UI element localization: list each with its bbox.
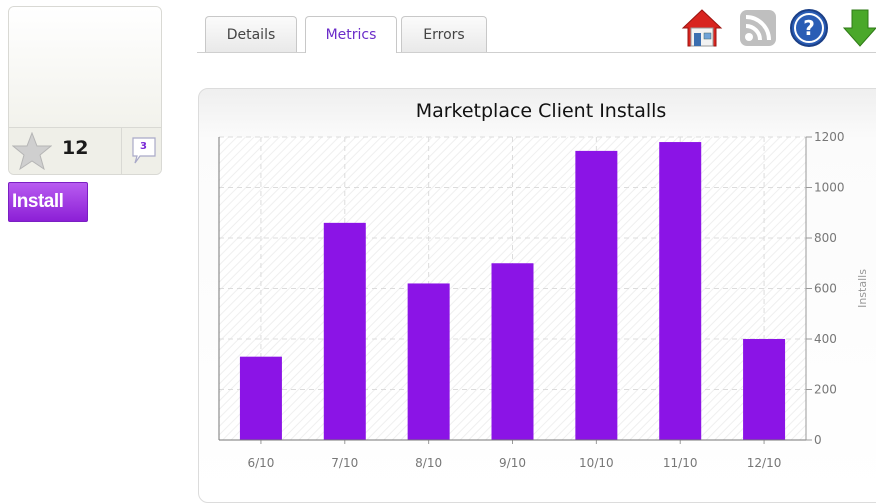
bar: [491, 263, 534, 440]
x-tick-label: 12/10: [747, 456, 782, 470]
y-tick-label: 800: [814, 231, 837, 245]
bar: [659, 142, 702, 441]
x-tick-label: 9/10: [499, 456, 526, 470]
y-tick-label: 0: [814, 433, 822, 447]
page: 12 3 Install Details Metrics Errors ? Ma…: [0, 0, 876, 504]
bar-chart: 6/10 7/10 8/10 9/10 10/10 11/10 12/10 0 200 400 60…: [218, 130, 869, 470]
bar: [407, 283, 450, 440]
bar: [575, 150, 618, 440]
y-tick-label: 1200: [814, 130, 845, 144]
y-tick-label: 400: [814, 332, 837, 346]
x-tick-label: 8/10: [415, 456, 442, 470]
x-tick-label: 10/10: [579, 456, 614, 470]
bar: [239, 356, 282, 440]
bar: [323, 222, 366, 440]
y-axis-title: Installs: [856, 269, 869, 308]
x-tick-label: 7/10: [331, 456, 358, 470]
x-tick-label: 6/10: [247, 456, 274, 470]
x-tick-label: 11/10: [663, 456, 698, 470]
y-tick-label: 1000: [814, 181, 845, 195]
bar: [743, 339, 786, 440]
y-tick-label: 600: [814, 282, 837, 296]
y-tick-label: 200: [814, 383, 837, 397]
